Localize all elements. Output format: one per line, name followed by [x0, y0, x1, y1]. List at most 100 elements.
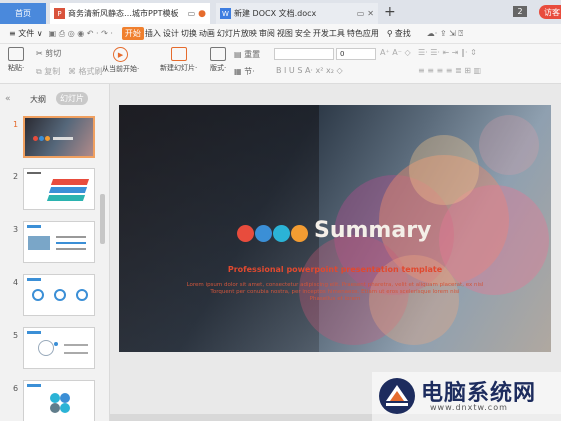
menu-animation[interactable]: 动画 — [198, 28, 216, 39]
visitor-button[interactable]: 访客 — [539, 5, 561, 19]
from-current-label: 从当前开始· — [102, 65, 140, 73]
tab-home-label: 首页 — [15, 9, 31, 18]
menu-bar: ≡ 文件 ∨ ▣ ⎙ ◎ ◉ ↶ · ↷ · 开始 插入 设计 切换 动画 幻灯… — [0, 24, 561, 44]
slide-thumbnail-3[interactable] — [23, 221, 95, 263]
play-icon: ▶ — [113, 47, 129, 62]
slide-number: 1 — [13, 120, 19, 129]
layout-icon — [210, 47, 227, 61]
menu-security[interactable]: 安全 — [294, 28, 312, 39]
reset-icon: ▤ — [234, 50, 242, 59]
slide-number: 2 — [13, 172, 19, 181]
copy-icon: ⧉ — [36, 67, 42, 76]
new-slide-button[interactable]: 新建幻灯片· — [160, 47, 197, 73]
font-name-select[interactable] — [274, 48, 334, 60]
ppt-file-icon: P — [54, 8, 65, 19]
tab-docx-label: 新建 DOCX 文档.docx — [234, 9, 317, 18]
section-button[interactable]: ▦ 节· — [234, 66, 255, 77]
slide-title[interactable]: Summary — [314, 218, 431, 243]
slide-body-line[interactable]: Phasellus et lorem — [119, 296, 551, 302]
menu-review[interactable]: 审阅 — [258, 28, 276, 39]
font-size-value: 0 — [340, 50, 345, 58]
reset-label: 重置 — [244, 50, 261, 59]
tab-outline[interactable]: 大纲 — [30, 94, 46, 105]
slide-number: 4 — [13, 278, 19, 287]
tab-home[interactable]: 首页 — [0, 3, 46, 24]
file-menu[interactable]: ≡ 文件 ∨ — [8, 28, 44, 39]
tab-ppt-document[interactable]: P 商务清新风静态…城市PPT模板 ▭ ● — [50, 3, 210, 24]
close-tab-icon[interactable]: ✕ — [367, 9, 374, 18]
slide-thumbnail-4[interactable] — [23, 274, 95, 316]
menu-start[interactable]: 开始 — [121, 27, 144, 40]
cut-button[interactable]: ✂ 剪切 — [36, 48, 61, 59]
slide-body-line[interactable]: Torquent per conubia nostra, per incepto… — [119, 289, 551, 295]
bubble-red — [237, 225, 254, 242]
window-count-badge[interactable]: 2 — [513, 6, 527, 17]
font-grow-shrink-icons[interactable]: A⁺ A⁻ ◇ — [380, 48, 411, 57]
new-slide-label: 新建幻灯片· — [160, 64, 198, 72]
reset-button[interactable]: ▤ 重置 — [234, 49, 260, 60]
thumbnail-scrollbar[interactable] — [100, 194, 105, 244]
monitor-icon[interactable]: ▭ — [188, 9, 196, 18]
quick-access-icons[interactable]: ▣ ⎙ ◎ ◉ ↶ · ↷ · — [48, 29, 114, 39]
scissors-icon: ✂ — [36, 49, 43, 58]
menu-transition[interactable]: 切换 — [180, 28, 198, 39]
cloud-sync-icons[interactable]: ☁· ⇪ ⇲ ⍰ — [426, 29, 464, 39]
slide-subtitle[interactable]: Professional powerpoint presentation tem… — [119, 265, 551, 274]
slide-number: 3 — [13, 225, 19, 234]
monitor-icon[interactable]: ▭ — [357, 9, 365, 18]
paste-label: 粘贴· — [8, 64, 25, 72]
layout-label: 版式· — [210, 64, 227, 72]
brush-icon: ⌘ — [68, 67, 76, 76]
current-slide[interactable]: Summary Professional powerpoint presenta… — [119, 105, 551, 352]
font-size-select[interactable]: 0 — [336, 48, 376, 60]
tab-slides[interactable]: 幻灯片 — [56, 92, 88, 105]
ribbon-toolbar: 粘贴· ✂ 剪切 ⧉ 复制 ⌘ 格式刷 ▶ 从当前开始· 新建幻灯片· 版式· … — [0, 44, 561, 84]
title-bar: 首页 P 商务清新风静态…城市PPT模板 ▭ ● W 新建 DOCX 文档.do… — [0, 0, 561, 24]
bubble-blue — [255, 225, 272, 242]
decor-circle — [409, 135, 479, 205]
tab-docx-document[interactable]: W 新建 DOCX 文档.docx ▭ ✕ — [216, 3, 378, 24]
search-icon[interactable]: ⚲ — [386, 29, 394, 38]
decor-circle — [479, 115, 539, 175]
layout-button[interactable]: 版式· — [210, 47, 226, 73]
watermark-url: www.dnxtw.com — [430, 403, 508, 412]
copy-button[interactable]: ⧉ 复制 — [36, 66, 60, 77]
unsaved-dot-icon: ● — [198, 8, 206, 19]
menu-developer[interactable]: 开发工具 — [312, 28, 346, 39]
slide-number: 5 — [13, 331, 19, 340]
slide-body-line[interactable]: Lorem ipsum dolor sit amet, consectetur … — [119, 282, 551, 288]
format-painter-label: 格式刷 — [78, 67, 103, 76]
menu-design[interactable]: 设计 — [162, 28, 180, 39]
section-icon: ▦ — [234, 67, 242, 76]
slide-thumbnail-6[interactable] — [23, 380, 95, 421]
paragraph-list-icons[interactable]: ☰· ☰· ⇤ ⇥ ‖· ⇕ — [418, 48, 477, 57]
cut-label: 剪切 — [45, 49, 62, 58]
watermark-logo-icon — [379, 378, 415, 414]
menu-insert[interactable]: 插入 — [144, 28, 162, 39]
menu-slideshow[interactable]: 幻灯片放映 — [216, 28, 258, 39]
paste-button[interactable]: 粘贴· — [8, 47, 24, 73]
format-painter-button[interactable]: ⌘ 格式刷 — [68, 66, 103, 77]
slide-editor: Summary Professional powerpoint presenta… — [110, 84, 561, 421]
play-from-current-button[interactable]: ▶ 从当前开始· — [102, 47, 139, 74]
new-slide-icon — [170, 47, 187, 61]
word-file-icon: W — [220, 8, 231, 19]
copy-label: 复制 — [44, 67, 61, 76]
slide-thumbnail-panel: « 大纲 幻灯片 1 2 3 4 5 6 — [0, 84, 110, 421]
bubble-orange — [291, 225, 308, 242]
section-label: 节· — [244, 67, 255, 76]
collapse-panel-icon[interactable]: « — [5, 94, 11, 104]
menu-features[interactable]: 特色应用 — [346, 28, 380, 39]
new-tab-button[interactable]: + — [384, 4, 396, 20]
slide-number: 6 — [13, 384, 19, 393]
slide-thumbnail-2[interactable] — [23, 168, 95, 210]
slide-thumbnail-1[interactable] — [23, 116, 95, 158]
paragraph-align-icons[interactable]: ≡ ≡ ≡ ≡ ≣ ⊞ ▥ — [418, 66, 481, 75]
menu-view[interactable]: 视图 — [276, 28, 294, 39]
slide-thumbnail-5[interactable] — [23, 327, 95, 369]
text-format-row[interactable]: B I U S A· x² x₂ ◇ — [276, 66, 343, 75]
clipboard-icon — [8, 47, 25, 61]
tab-ppt-label: 商务清新风静态…城市PPT模板 — [68, 9, 179, 18]
bubble-teal — [273, 225, 290, 242]
search-menu[interactable]: 查找 — [394, 28, 412, 39]
